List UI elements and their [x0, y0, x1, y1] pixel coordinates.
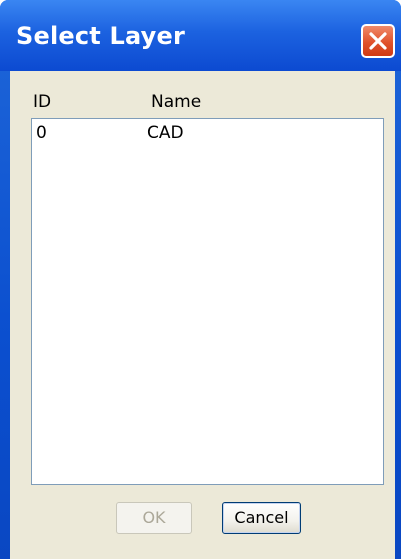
layer-list[interactable]: 0 CAD: [31, 118, 384, 485]
column-header-id[interactable]: ID: [33, 92, 51, 112]
column-header-name[interactable]: Name: [151, 92, 201, 112]
dialog-body: ID Name 0 CAD OK Cancel: [10, 71, 395, 559]
list-item[interactable]: 0 CAD: [32, 119, 383, 143]
close-icon: [369, 32, 387, 50]
title-bar[interactable]: Select Layer: [0, 0, 401, 71]
layer-id: 0: [36, 123, 47, 143]
ok-button[interactable]: OK: [116, 502, 192, 534]
layer-name: CAD: [147, 123, 184, 143]
close-button[interactable]: [361, 24, 395, 58]
select-layer-dialog: Select Layer ID Name 0 CAD OK Cancel: [0, 0, 401, 559]
dialog-title: Select Layer: [16, 22, 186, 50]
cancel-button[interactable]: Cancel: [222, 502, 301, 534]
